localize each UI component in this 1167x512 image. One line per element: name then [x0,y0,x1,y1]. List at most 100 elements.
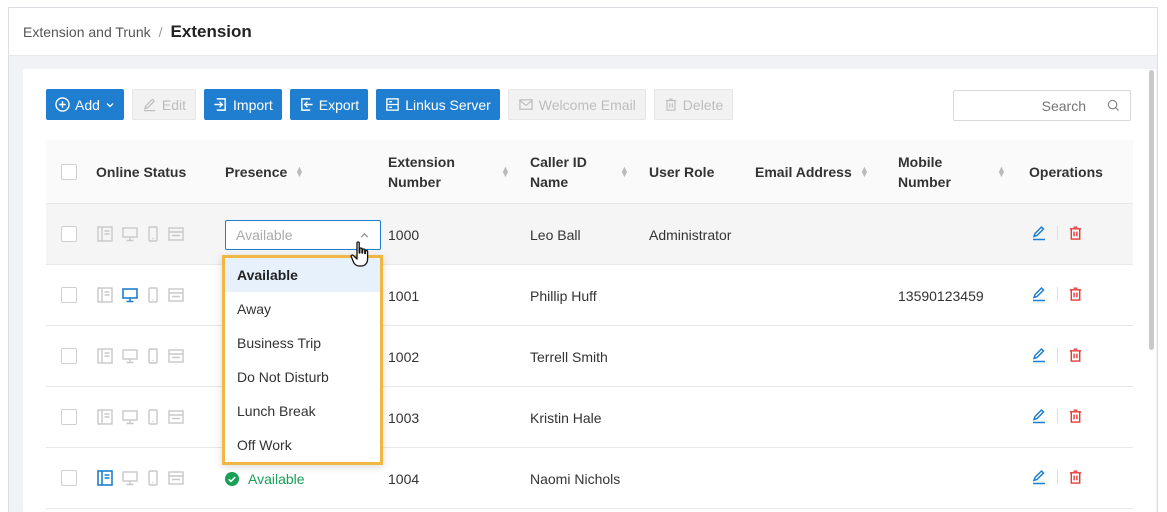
extension-number: 1002 [388,348,420,365]
edit-icon[interactable] [1031,469,1047,485]
online-status-icons [96,408,185,426]
edit-icon[interactable] [1031,225,1047,241]
caller-id-name: Naomi Nichols [530,470,621,487]
col-extension-number[interactable]: Extension Number [388,140,473,204]
sort-icon[interactable]: ▲ ▼ [997,165,1006,179]
breadcrumb: Extension and Trunk / Extension [9,8,1157,56]
desktop-icon [122,288,138,303]
import-button-label: Import [233,96,273,113]
row-operations [1031,286,1083,302]
delete-icon[interactable] [1068,286,1083,302]
add-button[interactable]: Add [46,89,124,120]
desk-phone-icon [97,287,113,303]
presence-option-business-trip[interactable]: Business Trip [225,326,380,360]
edit-icon[interactable] [1031,408,1047,424]
online-status-icons [96,225,185,243]
delete-button-label: Delete [682,96,724,113]
breadcrumb-parent[interactable]: Extension and Trunk [23,24,151,40]
breadcrumb-separator: / [158,23,163,40]
extension-number: 1004 [388,470,420,487]
export-button-label: Export [318,96,360,113]
search-icon[interactable] [1107,99,1120,112]
caller-id-name: Leo Ball [530,226,581,243]
welcome-email-button-label: Welcome Email [538,96,636,113]
row-checkbox[interactable] [61,470,77,486]
table-row[interactable]: Available 1000 Leo Ball Administrator [46,204,1133,265]
mobile-icon [148,470,158,486]
table-header: Online Status Presence ▲ ▼ Extension Numb… [46,140,1133,204]
col-online-status: Online Status [96,164,187,180]
row-checkbox[interactable] [61,287,77,303]
row-checkbox[interactable] [61,409,77,425]
import-button[interactable]: Import [204,89,282,120]
export-icon [300,98,313,111]
col-presence[interactable]: Presence [225,140,287,204]
linkus-server-button-label: Linkus Server [405,96,491,113]
welcome-email-button[interactable]: Welcome Email [507,89,646,120]
vertical-scrollbar[interactable] [1149,70,1154,350]
select-all-checkbox[interactable] [61,163,77,180]
hand-cursor-icon [350,241,369,267]
desk-phone-icon [97,409,113,425]
user-role: Administrator [649,226,732,243]
delete-icon[interactable] [1068,408,1083,424]
page-title: Extension [170,21,252,41]
presence-option-off-work[interactable]: Off Work [225,428,380,462]
web-icon [168,288,184,302]
col-email-address[interactable]: Email Address [755,140,852,204]
edit-button[interactable]: Edit [131,89,197,120]
sort-icon[interactable]: ▲ ▼ [501,165,510,179]
toolbar: Add Edit Import Export Linkus Server Wel… [46,89,734,120]
online-status-icons [96,347,185,365]
col-caller-id-name[interactable]: Caller ID Name [530,140,600,204]
envelope-icon [519,99,533,110]
mobile-number: 13590123459 [898,287,984,304]
delete-icon[interactable] [1068,347,1083,363]
extension-number: 1001 [388,287,420,304]
sort-icon[interactable]: ▲ ▼ [860,165,869,179]
caller-id-name: Kristin Hale [530,409,602,426]
edit-button-label: Edit [161,96,187,113]
linkus-server-button[interactable]: Linkus Server [376,89,500,120]
presence-option-away[interactable]: Away [225,292,380,326]
edit-icon[interactable] [1031,286,1047,302]
row-checkbox[interactable] [61,348,77,364]
table-row[interactable]: 1001 Phillip Huff 13590123459 [46,265,1133,326]
col-user-role: User Role [649,164,715,180]
operations-divider [1057,348,1058,362]
table-row[interactable]: 1002 Terrell Smith [46,326,1133,387]
extension-number: 1003 [388,409,420,426]
edit-icon[interactable] [1031,347,1047,363]
export-button[interactable]: Export [289,89,369,120]
add-button-label: Add [75,96,100,113]
desktop-icon [122,227,138,242]
row-checkbox[interactable] [61,226,77,242]
presence-option-do-not-disturb[interactable]: Do Not Disturb [225,360,380,394]
presence-option-lunch-break[interactable]: Lunch Break [225,394,380,428]
online-status-icons [96,286,185,304]
presence-status-label: Available [248,470,305,487]
extension-number: 1000 [388,226,420,243]
sort-icon[interactable]: ▲ ▼ [295,165,304,179]
sort-icon[interactable]: ▲ ▼ [620,165,629,179]
web-icon [168,349,184,363]
desk-phone-icon [97,470,113,486]
operations-divider [1057,287,1058,301]
presence-dropdown: Available Away Business Trip Do Not Dist… [222,255,383,465]
extension-card: Add Edit Import Export Linkus Server Wel… [23,69,1156,512]
table-row[interactable]: Available 1004 Naomi Nichols [46,448,1133,509]
row-operations [1031,347,1083,363]
col-mobile-number[interactable]: Mobile Number [898,140,978,204]
table-row[interactable]: 1003 Kristin Hale [46,387,1133,448]
search-box[interactable] [953,90,1131,121]
caller-id-name: Phillip Huff [530,287,597,304]
desktop-icon [122,471,138,486]
caller-id-name: Terrell Smith [530,348,608,365]
search-input[interactable] [964,97,1094,114]
delete-icon[interactable] [1068,225,1083,241]
delete-icon[interactable] [1068,469,1083,485]
presence-select-value: Available [236,227,293,243]
chevron-up-icon [360,232,369,238]
mobile-icon [148,348,158,364]
delete-button[interactable]: Delete [653,89,734,120]
